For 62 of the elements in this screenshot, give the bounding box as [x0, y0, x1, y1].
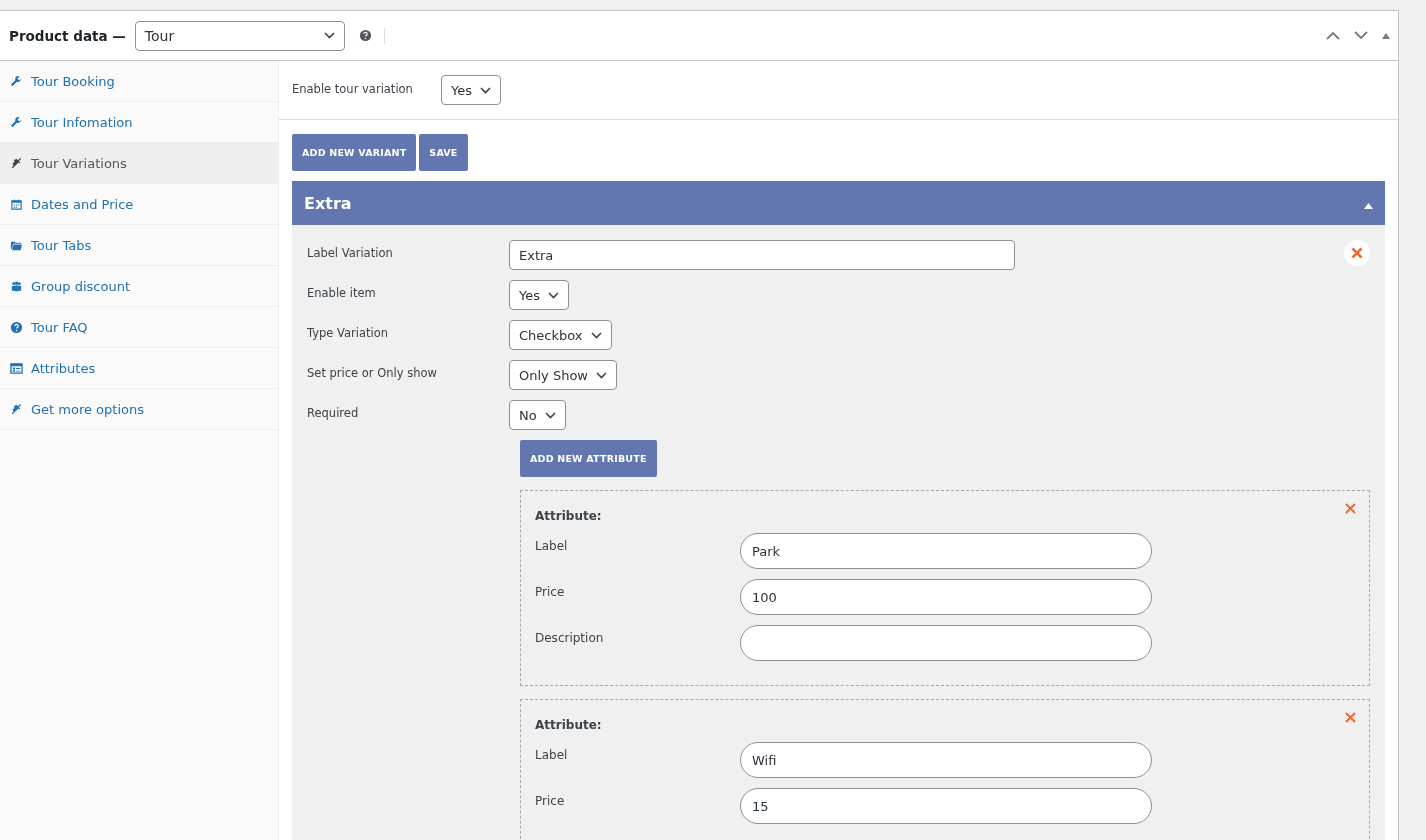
field-label: Enable item — [307, 285, 377, 300]
field-label: Type Variation — [307, 325, 390, 340]
chevron-down-icon — [544, 411, 556, 419]
variation-title: Extra — [304, 193, 352, 213]
action-button[interactable]: SAVE — [419, 134, 468, 171]
field-label: Label — [535, 747, 569, 762]
dropdown[interactable]: Checkbox — [509, 320, 612, 350]
close-icon[interactable] — [1345, 712, 1356, 723]
plug-icon — [10, 156, 23, 170]
dropdown[interactable]: Only Show — [509, 360, 617, 390]
sidebar-tab[interactable]: Tour Booking — [0, 61, 278, 102]
field-label: Price — [535, 584, 566, 599]
variation-header[interactable]: Extra — [292, 181, 1385, 225]
chevron-down-icon[interactable] — [1354, 31, 1368, 40]
input-field[interactable] — [740, 625, 1152, 661]
sidebar-tab[interactable]: Tour Variations — [0, 143, 278, 184]
attribute-heading: Attribute: — [535, 718, 603, 732]
action-button[interactable]: ADD NEW VARIANT — [292, 134, 417, 171]
field-label: Label Variation — [307, 245, 394, 260]
calendar-icon — [10, 197, 23, 211]
plug-icon — [10, 402, 23, 416]
sidebar-tab[interactable]: Get more options — [0, 389, 278, 430]
chevron-down-icon — [596, 371, 607, 379]
field-label: Description — [535, 630, 605, 645]
attribute-heading: Attribute: — [535, 509, 603, 523]
add-attribute-button[interactable]: ADD NEW ATTRIBUTE — [520, 440, 657, 477]
triangle-up-icon[interactable] — [1382, 32, 1390, 39]
input-field[interactable]: 15 — [740, 788, 1152, 824]
triangle-up-icon[interactable] — [1364, 202, 1373, 209]
field-label: Enable tour variation — [292, 82, 414, 96]
people-icon — [10, 279, 23, 293]
sidebar-tab[interactable]: Attributes — [0, 348, 278, 389]
field-label: Set price or Only show — [307, 365, 438, 380]
sidebar-tab[interactable]: Dates and Price — [0, 184, 278, 225]
field-label: Price — [535, 793, 566, 808]
close-icon[interactable] — [1345, 503, 1356, 514]
sidebar-tab[interactable]: Group discount — [0, 266, 278, 307]
sidebar-tab[interactable]: Tour FAQ — [0, 307, 278, 348]
close-icon — [1351, 247, 1363, 259]
dropdown[interactable]: No — [509, 400, 566, 430]
dropdown[interactable]: Yes — [509, 280, 569, 310]
chevron-up-icon[interactable] — [1326, 31, 1340, 40]
product-type-dropdown[interactable]: Tour — [134, 20, 345, 51]
field-label: Label — [535, 538, 569, 553]
input-field[interactable]: 100 — [740, 579, 1152, 615]
chevron-down-icon — [480, 86, 491, 94]
list-icon — [10, 361, 23, 375]
chevron-down-icon — [323, 32, 335, 39]
wrench-icon — [10, 74, 23, 88]
chevron-down-icon — [548, 291, 559, 299]
remove-button[interactable] — [1344, 240, 1370, 266]
help-icon[interactable] — [358, 29, 372, 42]
dropdown[interactable]: Yes — [441, 75, 501, 105]
input-field[interactable]: Wifi — [740, 742, 1152, 778]
field-label: Required — [307, 405, 360, 420]
help-icon — [10, 320, 23, 334]
sidebar-tab[interactable]: Tour Tabs — [0, 225, 278, 266]
input-field[interactable]: Extra — [509, 240, 1015, 270]
wrench-icon — [10, 115, 23, 129]
input-field[interactable]: Park — [740, 533, 1152, 569]
chevron-down-icon — [590, 331, 602, 339]
panel-title: Product data — — [9, 27, 126, 44]
